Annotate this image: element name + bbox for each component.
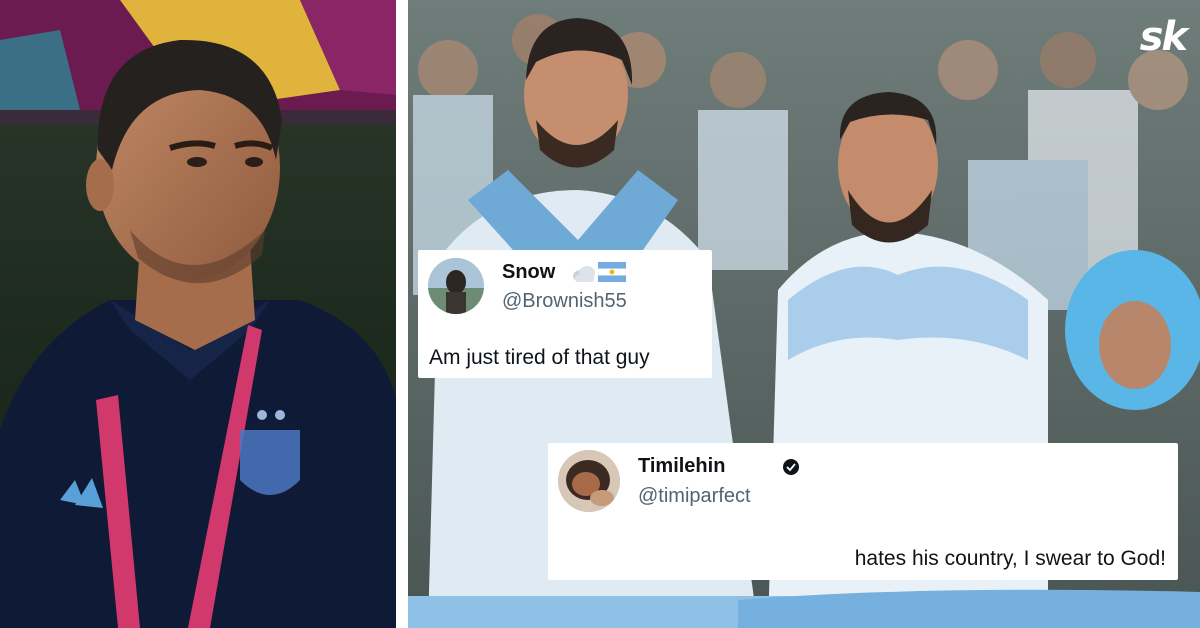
avatar-image [558, 450, 620, 512]
tweet-author-name: Timilehin [638, 455, 726, 477]
tweet-author-handle: @Brownish55 [502, 290, 627, 312]
avatar [428, 258, 484, 314]
avatar [558, 450, 620, 512]
tweet-text: hates his country, I swear to God! [854, 547, 1166, 570]
verified-badge-icon [782, 458, 800, 476]
sk-logo: sk [1139, 14, 1188, 60]
tweet-card-snow: Snow @Brownish55 Am just tired of that g… [418, 250, 712, 378]
tweet-author-handle: @timiparfect [638, 485, 751, 507]
cloud-icon [572, 263, 596, 283]
argentina-flag-icon [598, 262, 626, 282]
tweet-author-name: Snow [502, 261, 556, 283]
coach-photo [0, 0, 396, 628]
avatar-image [428, 258, 484, 314]
tweet-text: Am just tired of that guy [429, 346, 650, 369]
tweet-card-timilehin: Timilehin @timiparfect hates his country… [548, 443, 1178, 580]
coach-photo-illustration [0, 0, 396, 628]
